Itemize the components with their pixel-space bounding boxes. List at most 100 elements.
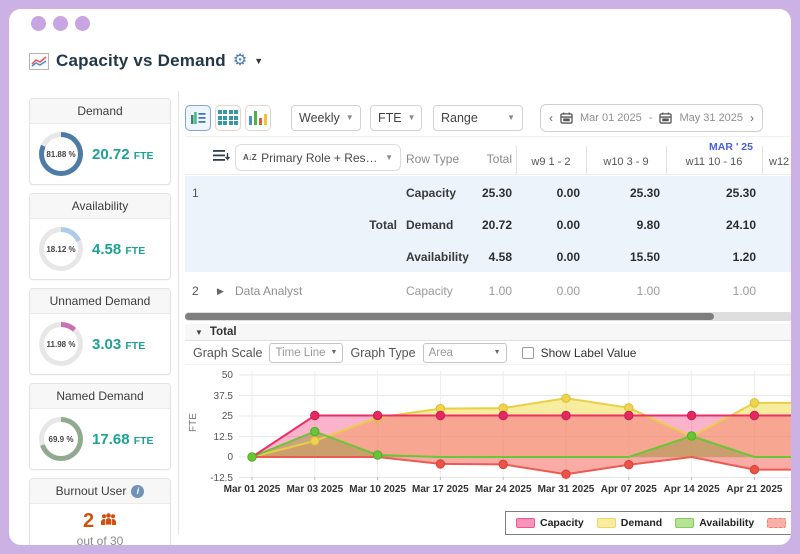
- window-control-dot[interactable]: [53, 16, 68, 31]
- window-control-dot[interactable]: [75, 16, 90, 31]
- toolbar: Weekly ▼ FTE ▼ Range ▼ ‹ Mar 01 2025 - May …: [185, 99, 791, 137]
- graph-scale-select[interactable]: Time Line ▼: [269, 342, 344, 363]
- table-row[interactable]: Total Demand 20.72 0.00 9.80 24.10: [185, 209, 791, 241]
- graph-controls: Graph Scale Time Line ▼ Graph Type Area ▼ …: [185, 341, 791, 365]
- x-tick-label: Apr 14 2025: [663, 484, 720, 495]
- date-range-picker: ‹ Mar 01 2025 - May 31 2025 ›: [540, 103, 764, 132]
- metric-value: 17.68 FTE: [92, 430, 154, 448]
- chevron-down-icon: ▼: [493, 349, 501, 356]
- table-header: A↓Z Primary Role + Resource... ▼ Row Typ…: [185, 141, 791, 175]
- legend-item-availability: Availability: [675, 517, 754, 529]
- table-row[interactable]: Availability 4.58 0.00 15.50 1.20: [185, 241, 791, 273]
- chevron-down-icon: ▼: [385, 153, 393, 162]
- metrics-sidebar: Demand 81.88 % 20.72 FTE Availability 18…: [29, 98, 171, 545]
- metric-card-burnout: Burnout User i 2 out of 30: [29, 478, 171, 545]
- title-dropdown-caret-icon[interactable]: ▼: [254, 56, 263, 66]
- burnout-count: 2: [82, 510, 95, 532]
- x-tick-label: Mar 17 2025: [412, 484, 469, 495]
- users-icon: [100, 512, 117, 531]
- sort-az-icon: A↓Z: [243, 153, 257, 162]
- legend-swatch: [596, 518, 616, 528]
- metric-card-title: Unnamed Demand: [30, 289, 170, 314]
- calendar-icon: [560, 111, 573, 124]
- date-from[interactable]: Mar 01 2025: [580, 112, 642, 124]
- x-tick-label: Mar 03 2025: [286, 484, 344, 495]
- scrollbar-thumb[interactable]: [185, 313, 714, 320]
- grid-icon: [217, 110, 239, 125]
- y-tick-label: 25: [221, 411, 233, 422]
- range-select[interactable]: Range ▼: [433, 104, 523, 131]
- metric-card-title: Availability: [30, 194, 170, 219]
- metric-value: 3.03 FTE: [92, 335, 146, 353]
- y-tick-label: 37.5: [213, 390, 233, 402]
- burnout-caption: out of 30: [76, 534, 124, 545]
- legend-swatch: [767, 518, 787, 528]
- y-tick-label: -12.5: [210, 472, 233, 484]
- view-combo-button[interactable]: [185, 104, 211, 131]
- metric-card-demand: Demand 81.88 % 20.72 FTE: [29, 98, 171, 185]
- week-header: w9 1 - 2: [531, 156, 571, 168]
- donut-chart: 81.88 %: [39, 132, 83, 176]
- sidebar-divider: [178, 91, 179, 535]
- date-to[interactable]: May 31 2025: [679, 112, 743, 124]
- table-row[interactable]: 1 Capacity 25.30 0.00 25.30 25.30: [185, 177, 791, 209]
- x-tick-label: Apr 21 2025: [726, 484, 783, 495]
- x-tick-label: Mar 10 2025: [349, 484, 406, 495]
- metric-card-title: Named Demand: [30, 384, 170, 409]
- page-title: Capacity vs Demand: [56, 51, 226, 70]
- show-label-value-checkbox[interactable]: [521, 346, 534, 359]
- table-row[interactable]: 2 ▶ Data Analyst Capacity 1.00 0.00 1.00…: [185, 275, 791, 307]
- graph-type-select[interactable]: Area ▼: [422, 342, 507, 363]
- legend-swatch: [516, 518, 535, 528]
- chevron-down-icon: ▼: [507, 113, 515, 122]
- section-title: Total: [209, 326, 237, 338]
- chart-canvas: [239, 371, 791, 480]
- settings-gear-icon[interactable]: ⚙: [233, 53, 247, 69]
- calendar-icon: [659, 111, 673, 124]
- view-barchart-button[interactable]: [245, 104, 271, 131]
- total-section-header[interactable]: ▼ Total: [185, 324, 791, 341]
- collapse-caret-icon[interactable]: ▼: [195, 328, 203, 337]
- sort-menu-icon[interactable]: [213, 149, 230, 168]
- window-control-dot[interactable]: [31, 16, 46, 31]
- metric-card-title: Demand: [30, 99, 170, 124]
- metric-select[interactable]: FTE ▼: [370, 104, 422, 131]
- prev-range-button[interactable]: ‹: [549, 112, 553, 124]
- metric-value: 20.72 FTE: [92, 145, 154, 163]
- view-grid-button[interactable]: [215, 104, 241, 131]
- expand-row-icon[interactable]: ▶: [217, 286, 224, 297]
- chevron-down-icon: ▼: [345, 113, 354, 122]
- graph-type-label: Graph Type: [350, 345, 416, 360]
- chevron-down-icon: ▼: [330, 349, 338, 356]
- x-tick-label: Apr 07 2025: [600, 484, 657, 495]
- y-tick-label: 12.5: [213, 431, 233, 443]
- week-header: w12: [769, 156, 790, 168]
- metric-card-title: Burnout User: [55, 484, 127, 498]
- period-select[interactable]: Weekly ▼: [291, 104, 361, 131]
- app-window: Capacity vs Demand ⚙ ▼ Demand 81.88 % 20…: [9, 9, 791, 545]
- titlebar: Capacity vs Demand ⚙ ▼: [29, 51, 263, 71]
- x-tick-label: Mar 24 2025: [474, 484, 532, 495]
- week-header: w10 3 - 9: [603, 156, 649, 168]
- legend-item-capacity: Capacity: [516, 517, 584, 529]
- show-label-value-label: Show Label Value: [540, 345, 637, 360]
- app-frame: Capacity vs Demand ⚙ ▼ Demand 81.88 % 20…: [0, 0, 800, 554]
- window-controls: [31, 16, 90, 31]
- donut-chart: 69.9 %: [39, 417, 83, 461]
- y-tick-label: 50: [221, 370, 233, 381]
- grouping-select[interactable]: A↓Z Primary Role + Resource... ▼: [235, 144, 401, 171]
- info-icon[interactable]: i: [131, 484, 145, 498]
- chart-legend: Capacity Demand Availability Shortage: [505, 511, 791, 535]
- metric-card-unnamed-demand: Unnamed Demand 11.98 % 3.03 FTE: [29, 288, 171, 375]
- horizontal-scrollbar[interactable]: [185, 312, 791, 321]
- chevron-down-icon: ▼: [407, 113, 416, 122]
- graph-scale-label: Graph Scale: [193, 345, 263, 360]
- metric-value: 4.58 FTE: [92, 240, 146, 258]
- legend-item-shortage: Shortage: [767, 517, 791, 529]
- area-chart: FTE 50 37.5 25 12.5 0 -12.5 Mar 01 2025 Mar 03 …: [185, 365, 791, 505]
- x-tick-label: Mar 01 2025: [223, 484, 281, 495]
- y-tick-label: 0: [227, 452, 233, 463]
- line-chart-icon: [29, 52, 49, 70]
- month-group-header: MAR ' 25: [709, 141, 753, 153]
- next-range-button[interactable]: ›: [750, 112, 754, 124]
